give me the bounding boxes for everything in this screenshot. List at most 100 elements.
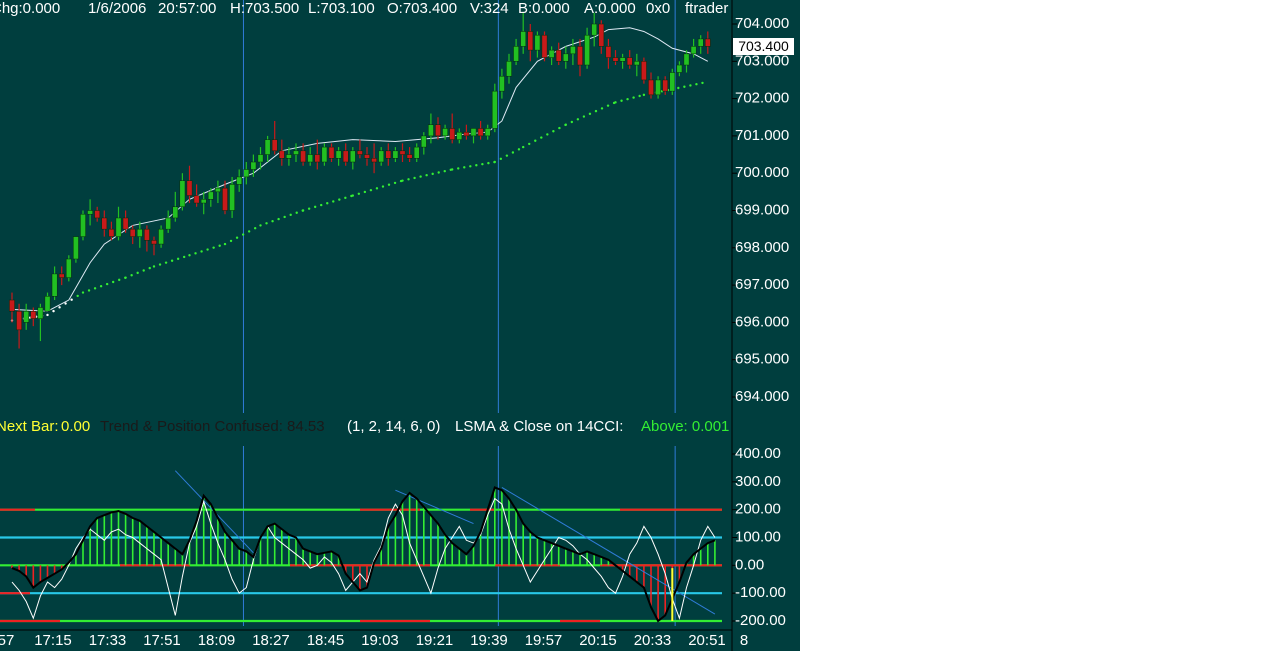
dotted-trail-dot — [517, 148, 521, 151]
candle-body — [328, 146, 335, 159]
dotted-trail-dot — [528, 142, 531, 146]
dotted-trail-dot — [381, 185, 385, 188]
candle-body — [172, 206, 179, 219]
candle-body — [243, 169, 250, 178]
osc-tick-label: 400.00 — [735, 445, 781, 462]
dotted-trail-dot — [540, 136, 543, 139]
candle-body — [541, 34, 548, 58]
candle-body — [151, 240, 157, 245]
dotted-trail-dot — [152, 265, 156, 268]
candle-body — [158, 228, 164, 245]
dotted-trail-dot — [295, 211, 298, 214]
candle-body — [136, 228, 143, 237]
dotted-trail-dot — [638, 94, 641, 98]
time-tick-label: 18:27 — [252, 632, 290, 649]
dotted-trail-dot — [212, 246, 215, 249]
dotted-trail-dot — [626, 97, 629, 101]
candle-body — [58, 273, 65, 278]
chart-window: 704.000 703.000 702.000 701.000 700.000 699.0… — [0, 0, 800, 651]
candle-body — [23, 310, 30, 323]
dotted-trail-dot — [683, 85, 686, 88]
candle-body — [598, 23, 605, 47]
brand-label: ftrader — [685, 0, 729, 17]
time-tick-label: 20:51 — [688, 632, 726, 649]
candle-body — [73, 236, 79, 260]
dotted-trail-dot — [130, 274, 133, 277]
dotted-trail-dot — [307, 207, 311, 210]
dotted-trail-dot — [194, 252, 197, 255]
dotted-trail-dot — [558, 126, 561, 130]
candle-body — [648, 79, 654, 96]
dotted-trail-dot — [253, 227, 257, 230]
dotted-trail-dot — [689, 84, 692, 87]
candle-body — [87, 210, 93, 215]
candle-body — [165, 217, 172, 230]
dotted-trail-dot — [511, 151, 515, 154]
candle-body — [428, 124, 434, 137]
candle-body — [491, 90, 498, 129]
dotted-trail-dot — [469, 165, 472, 168]
dotted-trail-dot — [301, 209, 305, 212]
time-tick-label: 17:33 — [89, 632, 127, 649]
last-price-tag: 703.400 — [733, 38, 794, 55]
dotted-trail-dot — [437, 171, 440, 174]
dotted-trail-dot — [576, 118, 580, 121]
candle-body — [385, 150, 392, 159]
dotted-trail-dot — [632, 96, 635, 99]
dotted-trail-dot — [105, 282, 109, 286]
candle-body — [179, 180, 186, 208]
candle-body — [697, 38, 704, 47]
dotted-trail-dot — [375, 187, 379, 190]
dotted-trail-dot — [76, 294, 79, 298]
header-hex: 0x0 — [646, 0, 671, 17]
dotted-trail-dot — [142, 269, 145, 272]
cci-line — [11, 486, 716, 623]
dotted-trail-dot — [457, 167, 460, 170]
time-tick-label: 57 — [0, 632, 14, 649]
candle-body — [633, 61, 640, 66]
candle-body — [286, 154, 292, 159]
candle-body — [470, 128, 477, 137]
candle-body — [335, 150, 342, 159]
candle-body — [257, 154, 264, 163]
dotted-trail-dot — [277, 217, 280, 221]
dotted-trail-dot — [387, 183, 391, 186]
dotted-trail-dot — [289, 213, 292, 217]
candle-body — [669, 72, 676, 92]
candle-body — [612, 57, 619, 62]
price-tick-label: 700.000 — [735, 164, 789, 181]
dotted-trail-dot — [313, 205, 317, 209]
dotted-trail-dot — [206, 248, 209, 251]
dotted-trail-dot — [326, 202, 329, 205]
cci-trendline — [501, 486, 716, 615]
candle-body — [449, 128, 456, 140]
dotted-trail-dot — [259, 224, 262, 227]
candle-body — [683, 53, 690, 66]
dotted-trail-dot — [188, 254, 191, 257]
price-tick-label: 694.000 — [735, 388, 789, 405]
candle-body — [527, 31, 534, 51]
dotted-trail-dot — [99, 285, 103, 288]
dotted-trail-dot — [451, 168, 454, 171]
moving-average-line — [11, 27, 709, 312]
candle-body — [619, 57, 626, 62]
candle-body — [456, 131, 463, 140]
header-bid: B:0.000 — [518, 0, 570, 17]
dotted-trail-dot — [564, 123, 567, 126]
dotted-trail-dot — [87, 289, 91, 292]
candle-body — [506, 61, 512, 77]
candle-body — [9, 299, 15, 312]
chart-canvas[interactable]: 704.000703.000702.000701.000700.000699.0… — [0, 0, 800, 651]
candle-body — [555, 49, 562, 62]
dotted-trail-dot — [481, 162, 484, 166]
dotted-trail-dot — [582, 115, 586, 118]
header-time: 20:57:00 — [158, 0, 217, 17]
header-date: 1/6/2006 — [88, 0, 147, 17]
dotted-trail-dot — [58, 306, 61, 309]
dotted-trail-dot — [338, 198, 341, 201]
candle-body — [562, 53, 569, 62]
candle-body — [378, 150, 385, 163]
dotted-trail-dot — [600, 107, 604, 110]
candle-body — [413, 146, 420, 159]
dotted-trail-dot — [413, 176, 416, 180]
